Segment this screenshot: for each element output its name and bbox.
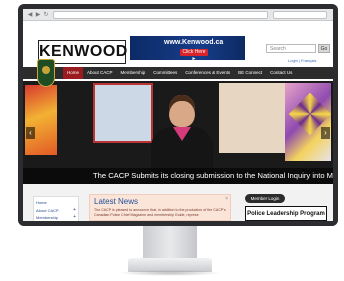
latest-news-panel: Latest News × The CACP is pleased to ann… <box>89 194 231 221</box>
news-title: Latest News <box>94 197 139 206</box>
nav-item-be-connect[interactable]: BE Connect <box>234 67 266 79</box>
nav-items: Home About CACP Membership Committees Co… <box>63 67 296 79</box>
banner-click-button[interactable]: Click Here ► <box>180 49 208 62</box>
nav-item-committees[interactable]: Committees <box>149 67 181 79</box>
hero-caption[interactable]: The CACP Submits its closing submission … <box>23 168 333 184</box>
quilt-left-image <box>25 85 57 155</box>
sidebar-item-membership[interactable]: Membership <box>36 215 58 220</box>
chevron-left-icon[interactable]: ‹ <box>26 127 35 139</box>
nav-item-contact[interactable]: Contact Us <box>266 67 296 79</box>
news-text[interactable]: The CACP is pleased to announce that, in… <box>94 208 226 218</box>
site-header: KENWOOD www.Kenwood.ca Click Here ► Sear… <box>23 21 333 65</box>
reload-icon[interactable]: ↻ <box>43 12 49 18</box>
nav-item-membership[interactable]: Membership <box>117 67 150 79</box>
police-leadership-program-link[interactable]: Police Leadership Program <box>245 206 327 221</box>
content-area: Home About CACP + Membership + Latest Ne… <box>23 184 333 221</box>
crest-emblem <box>42 66 50 74</box>
banner-url: www.Kenwood.ca <box>164 39 224 46</box>
login-link[interactable]: Login | Français <box>288 58 316 63</box>
search-input[interactable]: Search <box>266 44 316 53</box>
cacp-crest-logo[interactable] <box>37 59 55 87</box>
monitor: ◀ ▶ ↻ KENWOOD www.Kenwood.ca Click Here … <box>18 4 338 226</box>
quilt-center-image <box>93 83 153 143</box>
main-nav: Home About CACP Membership Committees Co… <box>23 67 333 79</box>
sidebar-menu: Home About CACP + Membership + <box>33 196 79 221</box>
address-bar[interactable] <box>53 11 268 19</box>
monitor-screen: ◀ ▶ ↻ KENWOOD www.Kenwood.ca Click Here … <box>23 9 333 221</box>
monitor-scene: ◀ ▶ ↻ KENWOOD www.Kenwood.ca Click Here … <box>0 0 344 281</box>
search-go-button[interactable]: Go <box>318 44 330 53</box>
close-icon[interactable]: × <box>225 196 228 202</box>
nav-item-about[interactable]: About CACP <box>83 67 117 79</box>
browser-search-box[interactable] <box>273 11 327 19</box>
sidebar-item-about[interactable]: About CACP <box>36 208 59 213</box>
sidebar-item-home[interactable]: Home <box>36 200 47 205</box>
nav-item-conferences[interactable]: Conferences & Events <box>181 67 234 79</box>
expand-plus-icon[interactable]: + <box>73 207 76 213</box>
nav-item-home[interactable]: Home <box>63 67 84 79</box>
browser-toolbar: ◀ ▶ ↻ <box>23 9 333 21</box>
monitor-shadow <box>118 270 222 276</box>
quilt-back-image <box>219 83 289 153</box>
member-login-button[interactable]: Member Login <box>245 194 285 203</box>
kenwood-banner-ad[interactable]: www.Kenwood.ca Click Here ► <box>130 36 245 62</box>
speaker-head <box>169 95 195 127</box>
hero-slider[interactable]: The CACP Submits its closing submission … <box>23 81 333 184</box>
monitor-stand-neck <box>143 226 197 260</box>
back-arrow-icon[interactable]: ◀ <box>27 12 33 18</box>
expand-plus-icon[interactable]: + <box>73 214 76 220</box>
chevron-right-icon[interactable]: › <box>321 127 330 139</box>
forward-arrow-icon[interactable]: ▶ <box>35 12 41 18</box>
